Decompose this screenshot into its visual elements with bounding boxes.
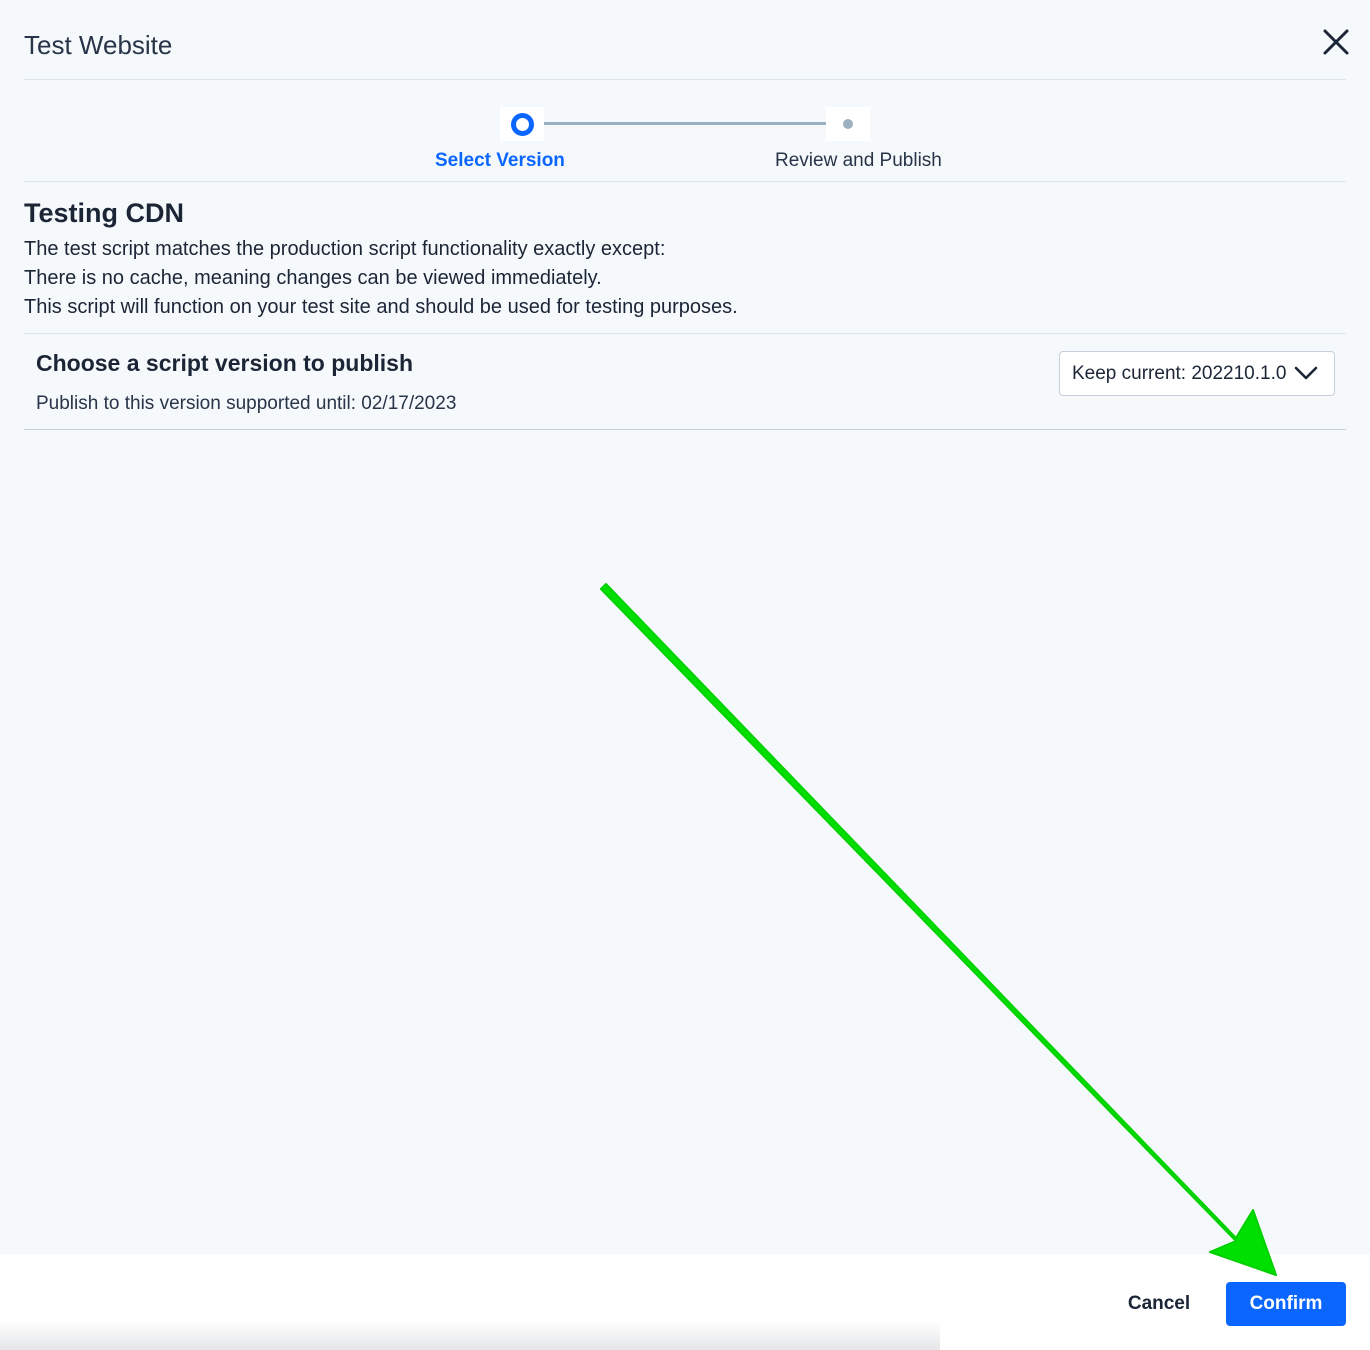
confirm-button[interactable]: Confirm bbox=[1226, 1282, 1346, 1326]
stepper-connector bbox=[544, 122, 826, 125]
description-line: There is no cache, meaning changes can b… bbox=[24, 267, 602, 289]
publish-dialog: Test Website Select Version Review and P… bbox=[0, 0, 1370, 1350]
section-heading: Testing CDN bbox=[24, 198, 184, 228]
dialog-title: Test Website bbox=[24, 30, 173, 60]
testing-cdn-section: Testing CDN The test script matches the … bbox=[24, 198, 1346, 322]
step-review-publish-label[interactable]: Review and Publish bbox=[775, 150, 942, 172]
step-select-version-indicator bbox=[500, 107, 544, 141]
active-step-icon bbox=[510, 112, 534, 136]
version-select-value: Keep current: 202210.1.0 bbox=[1072, 362, 1287, 384]
close-icon bbox=[1323, 29, 1349, 55]
dialog-footer: Cancel Confirm bbox=[0, 1254, 1370, 1350]
close-button[interactable] bbox=[1316, 22, 1356, 62]
version-selection-row: Choose a script version to publish Publi… bbox=[24, 333, 1346, 430]
footer-shadow bbox=[0, 1320, 940, 1350]
chevron-down-icon bbox=[1294, 366, 1318, 380]
pending-step-icon bbox=[843, 119, 853, 129]
description-line: This script will function on your test s… bbox=[24, 296, 738, 318]
stepper: Select Version Review and Publish bbox=[24, 80, 1346, 182]
step-review-publish-indicator bbox=[826, 107, 870, 141]
version-support-text: Publish to this version supported until:… bbox=[36, 393, 457, 414]
version-select[interactable]: Keep current: 202210.1.0 bbox=[1059, 351, 1335, 396]
description-line: The test script matches the production s… bbox=[24, 238, 666, 260]
dialog-header: Test Website bbox=[24, 0, 1349, 80]
version-heading: Choose a script version to publish bbox=[36, 350, 414, 376]
step-select-version-label[interactable]: Select Version bbox=[435, 150, 565, 172]
cancel-button[interactable]: Cancel bbox=[1112, 1284, 1206, 1324]
